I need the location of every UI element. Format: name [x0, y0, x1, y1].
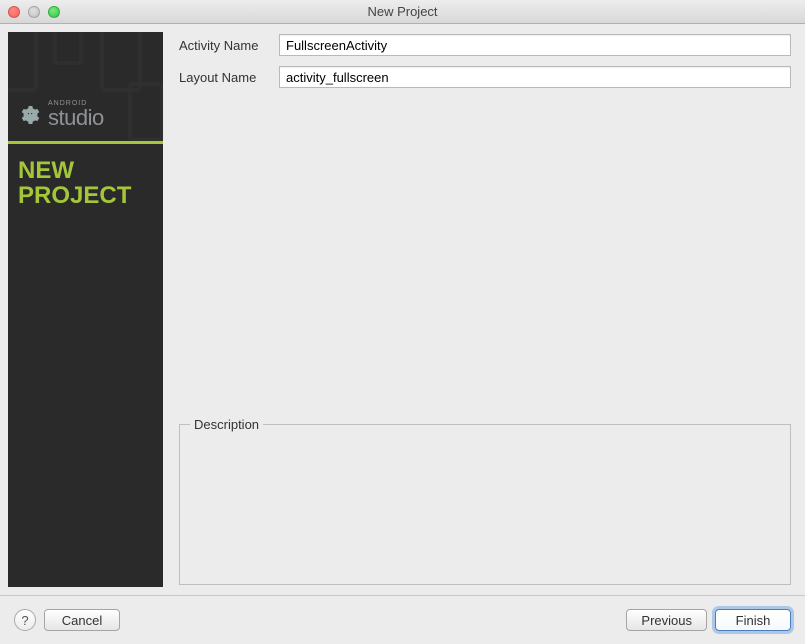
dialog-body: ANDROID studio NEW PROJECT Activity Name… [0, 24, 805, 596]
description-legend: Description [190, 417, 263, 432]
cancel-button[interactable]: Cancel [44, 609, 120, 631]
layout-name-label: Layout Name [179, 70, 271, 85]
titlebar: New Project [0, 0, 805, 24]
activity-name-input[interactable] [279, 34, 791, 56]
close-window-button[interactable] [8, 6, 20, 18]
help-button[interactable]: ? [14, 609, 36, 631]
decorative-shapes [8, 32, 163, 141]
window-title: New Project [8, 4, 797, 19]
main-panel: Activity Name Layout Name Description [163, 24, 805, 595]
activity-name-label: Activity Name [179, 38, 271, 53]
sidebar-fill [8, 222, 163, 587]
activity-name-row: Activity Name [179, 34, 791, 56]
spacer [179, 98, 791, 409]
wizard-step-title: NEW PROJECT [8, 144, 163, 222]
finish-button[interactable]: Finish [715, 609, 791, 631]
help-icon: ? [21, 613, 28, 628]
zoom-window-button[interactable] [48, 6, 60, 18]
dialog-footer: ? Cancel Previous Finish [0, 596, 805, 644]
layout-name-input[interactable] [279, 66, 791, 88]
window-controls [8, 6, 60, 18]
wizard-sidebar: ANDROID studio NEW PROJECT [8, 32, 163, 587]
description-fieldset: Description [179, 417, 791, 585]
sidebar-brand-panel: ANDROID studio [8, 32, 163, 144]
layout-name-row: Layout Name [179, 66, 791, 88]
previous-button[interactable]: Previous [626, 609, 707, 631]
minimize-window-button[interactable] [28, 6, 40, 18]
